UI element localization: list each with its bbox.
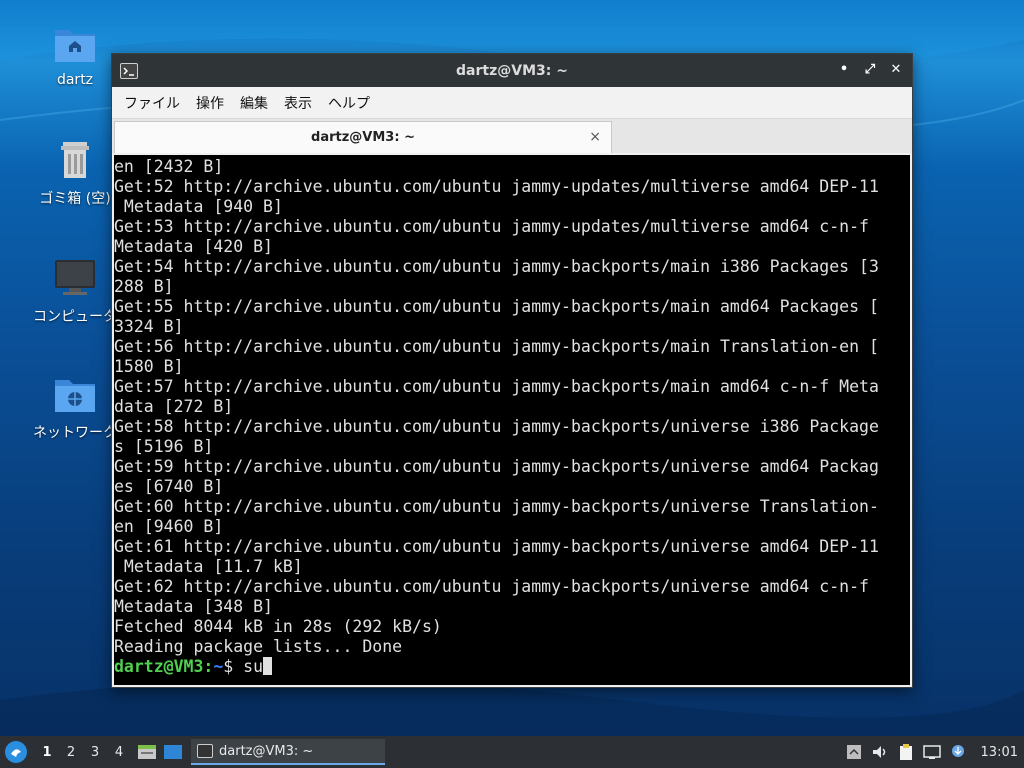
taskbar: 1 2 3 4 dartz@VM3: ~ 13:01 xyxy=(0,736,1024,768)
text-cursor xyxy=(263,657,273,675)
terminal-line: Metadata [11.7 kB] xyxy=(114,557,303,576)
tab-label: dartz@VM3: ~ xyxy=(311,130,415,145)
terminal-line: 1580 B] xyxy=(114,357,184,376)
terminal-line: Metadata [348 B] xyxy=(114,597,273,616)
menu-action[interactable]: 操作 xyxy=(188,93,232,113)
terminal-line: Metadata [420 B] xyxy=(114,237,273,256)
terminal-line: Get:60 http://archive.ubuntu.com/ubuntu … xyxy=(114,497,879,516)
clock[interactable]: 13:01 xyxy=(981,745,1018,760)
prompt-user: dartz@VM3 xyxy=(114,657,204,676)
close-button[interactable]: ✕ xyxy=(888,62,904,78)
menu-bar: ファイル 操作 編集 表示 ヘルプ xyxy=(112,87,912,119)
workspace-4[interactable]: 4 xyxy=(107,745,131,760)
maximize-button[interactable]: ⤢ xyxy=(862,62,878,78)
terminal-line: Get:61 http://archive.ubuntu.com/ubuntu … xyxy=(114,537,879,556)
terminal-line: en [9460 B] xyxy=(114,517,224,536)
prompt-symbol: $ xyxy=(223,657,244,676)
tray-expand-icon[interactable] xyxy=(845,743,863,761)
terminal-line: Get:53 http://archive.ubuntu.com/ubuntu … xyxy=(114,217,869,236)
terminal-line: 3324 B] xyxy=(114,317,184,336)
menu-file[interactable]: ファイル xyxy=(116,93,188,113)
window-titlebar[interactable]: dartz@VM3: ~ • ⤢ ✕ xyxy=(112,54,912,87)
task-label: dartz@VM3: ~ xyxy=(219,743,314,759)
file-manager-icon[interactable] xyxy=(137,743,157,761)
terminal-line: s [5196 B] xyxy=(114,437,214,456)
terminal-line: es [6740 B] xyxy=(114,477,224,496)
system-tray: 13:01 xyxy=(845,736,1024,768)
menu-view[interactable]: 表示 xyxy=(276,93,320,113)
terminal-line: Get:54 http://archive.ubuntu.com/ubuntu … xyxy=(114,257,879,276)
terminal-line: Get:52 http://archive.ubuntu.com/ubuntu … xyxy=(114,177,879,196)
terminal-line: Get:62 http://archive.ubuntu.com/ubuntu … xyxy=(114,577,869,596)
terminal-line: Get:55 http://archive.ubuntu.com/ubuntu … xyxy=(114,297,879,316)
clipboard-icon[interactable] xyxy=(897,743,915,761)
terminal-line: data [272 B] xyxy=(114,397,234,416)
minimize-button[interactable]: • xyxy=(836,62,852,78)
terminal-line: Reading package lists... Done xyxy=(114,637,403,656)
start-menu-icon[interactable] xyxy=(5,741,27,763)
window-title: dartz@VM3: ~ xyxy=(456,62,568,79)
home-folder-icon xyxy=(53,22,97,66)
prompt-line: dartz@VM3:~$ su xyxy=(114,657,910,677)
menu-help[interactable]: ヘルプ xyxy=(320,93,378,113)
terminal-output[interactable]: en [2432 B] Get:52 http://archive.ubuntu… xyxy=(114,155,910,685)
prompt-colon: : xyxy=(203,657,214,676)
taskbar-task-terminal[interactable]: dartz@VM3: ~ xyxy=(191,739,385,765)
computer-icon xyxy=(53,256,97,300)
network-folder-icon xyxy=(53,372,97,416)
terminal-line: Get:57 http://archive.ubuntu.com/ubuntu … xyxy=(114,377,879,396)
workspace-1[interactable]: 1 xyxy=(35,745,59,760)
tab-close-icon[interactable]: × xyxy=(589,129,601,145)
terminal-line: 288 B] xyxy=(114,277,174,296)
prompt-path: ~ xyxy=(213,657,224,676)
terminal-line: Get:58 http://archive.ubuntu.com/ubuntu … xyxy=(114,417,879,436)
menu-edit[interactable]: 編集 xyxy=(232,93,276,113)
network-icon[interactable] xyxy=(922,743,941,761)
show-desktop-icon[interactable] xyxy=(163,743,183,761)
tab-terminal[interactable]: dartz@VM3: ~ × xyxy=(114,121,612,153)
terminal-line: Get:59 http://archive.ubuntu.com/ubuntu … xyxy=(114,457,879,476)
terminal-line: Metadata [940 B] xyxy=(114,197,283,216)
workspace-3[interactable]: 3 xyxy=(83,745,107,760)
terminal-line: Fetched 8044 kB in 28s (292 kB/s) xyxy=(114,617,442,636)
update-notifier-icon[interactable] xyxy=(949,743,967,761)
trash-icon xyxy=(53,138,97,182)
typed-command: su xyxy=(243,657,264,676)
terminal-window: dartz@VM3: ~ • ⤢ ✕ ファイル 操作 編集 表示 ヘルプ dar… xyxy=(111,53,913,688)
terminal-icon xyxy=(197,744,213,758)
terminal-line: en [2432 B] xyxy=(114,157,224,176)
workspace-2[interactable]: 2 xyxy=(59,745,83,760)
volume-icon[interactable] xyxy=(871,743,889,761)
tab-bar: dartz@VM3: ~ × xyxy=(112,119,912,153)
terminal-line: Get:56 http://archive.ubuntu.com/ubuntu … xyxy=(114,337,879,356)
